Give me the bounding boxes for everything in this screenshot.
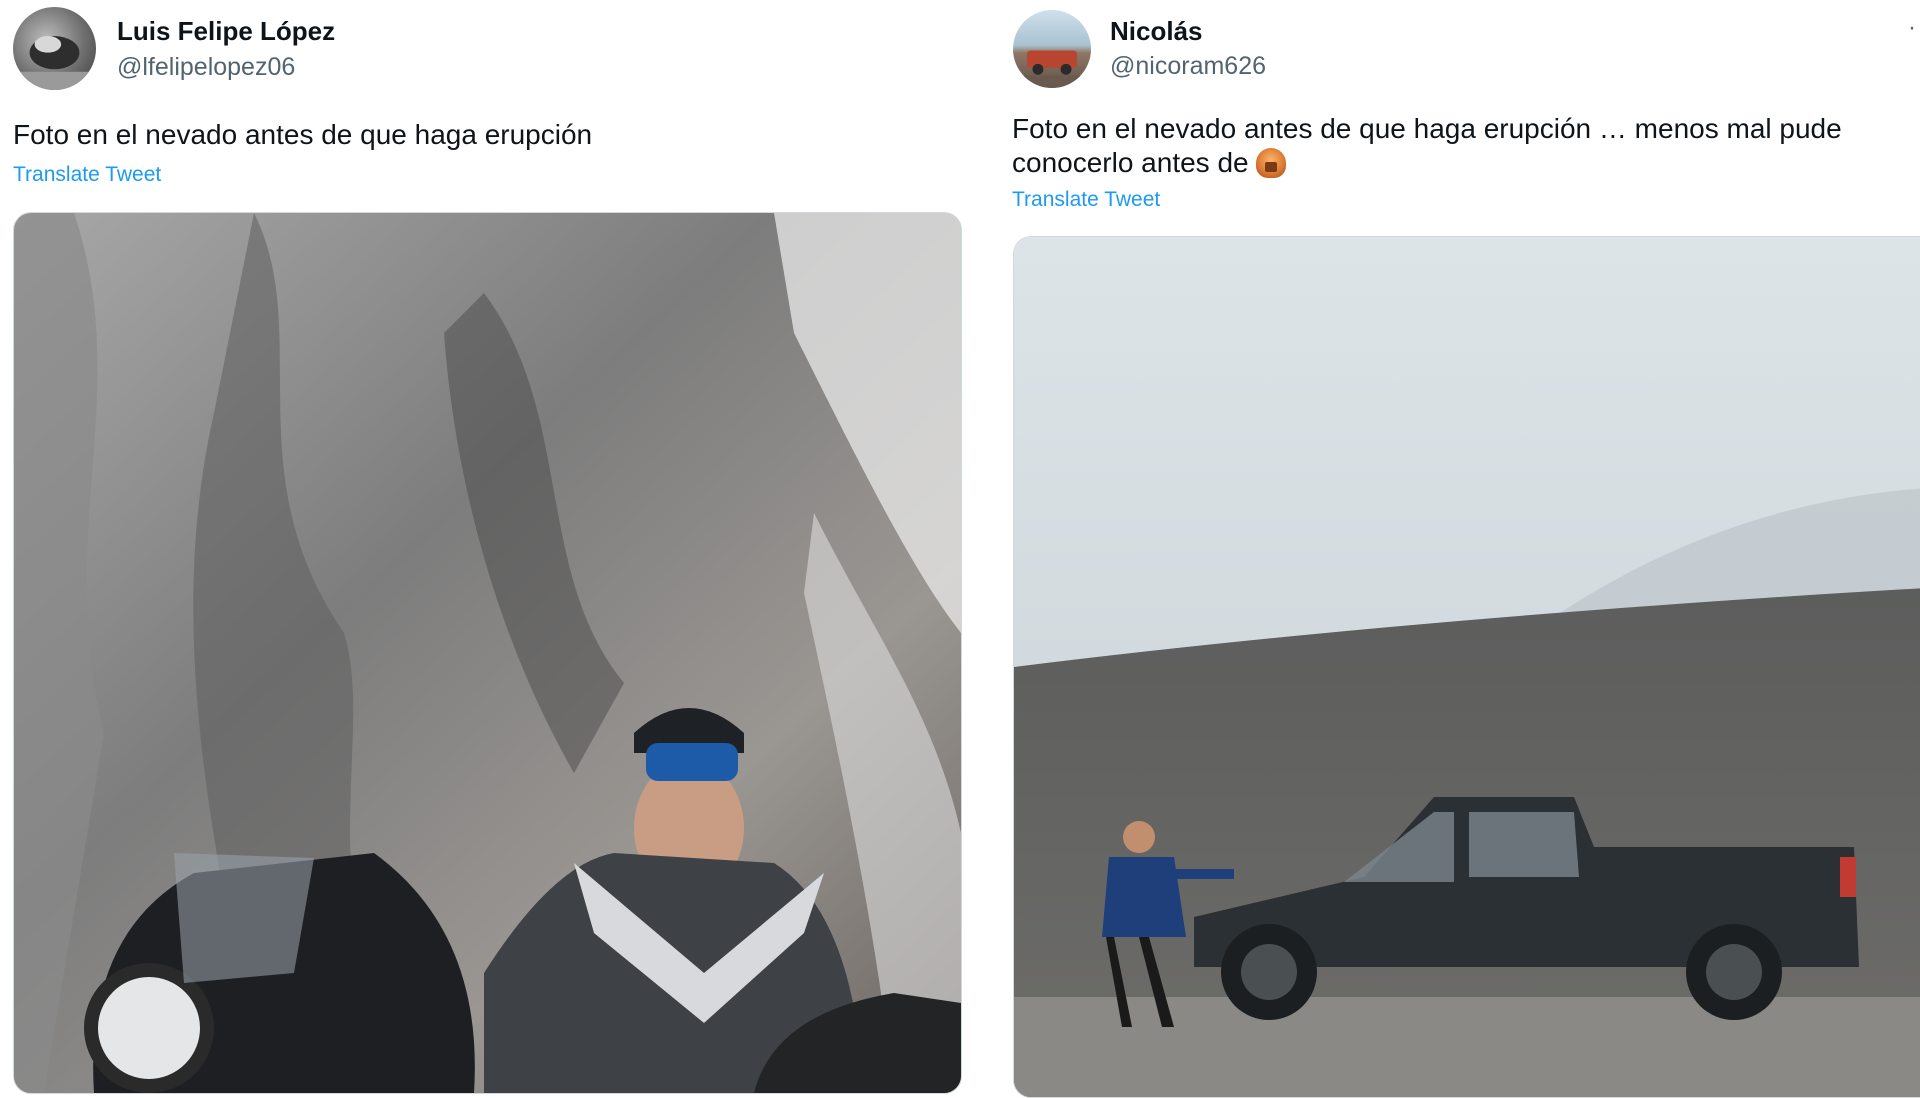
author-name[interactable]: Luis Felipe López — [117, 16, 335, 47]
tweet-card: Luis Felipe López @lfelipelopez06 Foto e… — [0, 0, 985, 1094]
tweet-photo[interactable] — [13, 212, 962, 1094]
photo-rock-motorcycle-icon — [14, 213, 961, 1093]
tweet-text: Foto en el nevado antes de que haga erup… — [1012, 112, 1912, 180]
avatar-photo-icon — [13, 36, 96, 90]
face-peeking-emoji-icon — [1256, 148, 1287, 178]
more-options-icon[interactable]: · — [1908, 14, 1918, 42]
author-name[interactable]: Nicolás — [1110, 16, 1203, 47]
translate-tweet-link[interactable]: Translate Tweet — [13, 163, 161, 187]
photo-truck-volcano-icon — [1014, 237, 1920, 1097]
translate-tweet-link[interactable]: Translate Tweet — [1012, 188, 1160, 212]
tweet-photo[interactable] — [1013, 236, 1920, 1098]
user-avatar[interactable] — [1013, 10, 1091, 88]
author-handle[interactable]: @nicoram626 — [1110, 52, 1266, 81]
tweet-card: Nicolás @nicoram626 · Foto en el nevado … — [1000, 0, 1920, 1098]
tweet-text: Foto en el nevado antes de que haga erup… — [13, 119, 593, 150]
user-avatar[interactable] — [13, 7, 96, 90]
author-handle[interactable]: @lfelipelopez06 — [117, 53, 295, 82]
tweet-text-body: Foto en el nevado antes de que haga erup… — [1012, 113, 1842, 178]
avatar-truck-icon — [1013, 50, 1091, 88]
